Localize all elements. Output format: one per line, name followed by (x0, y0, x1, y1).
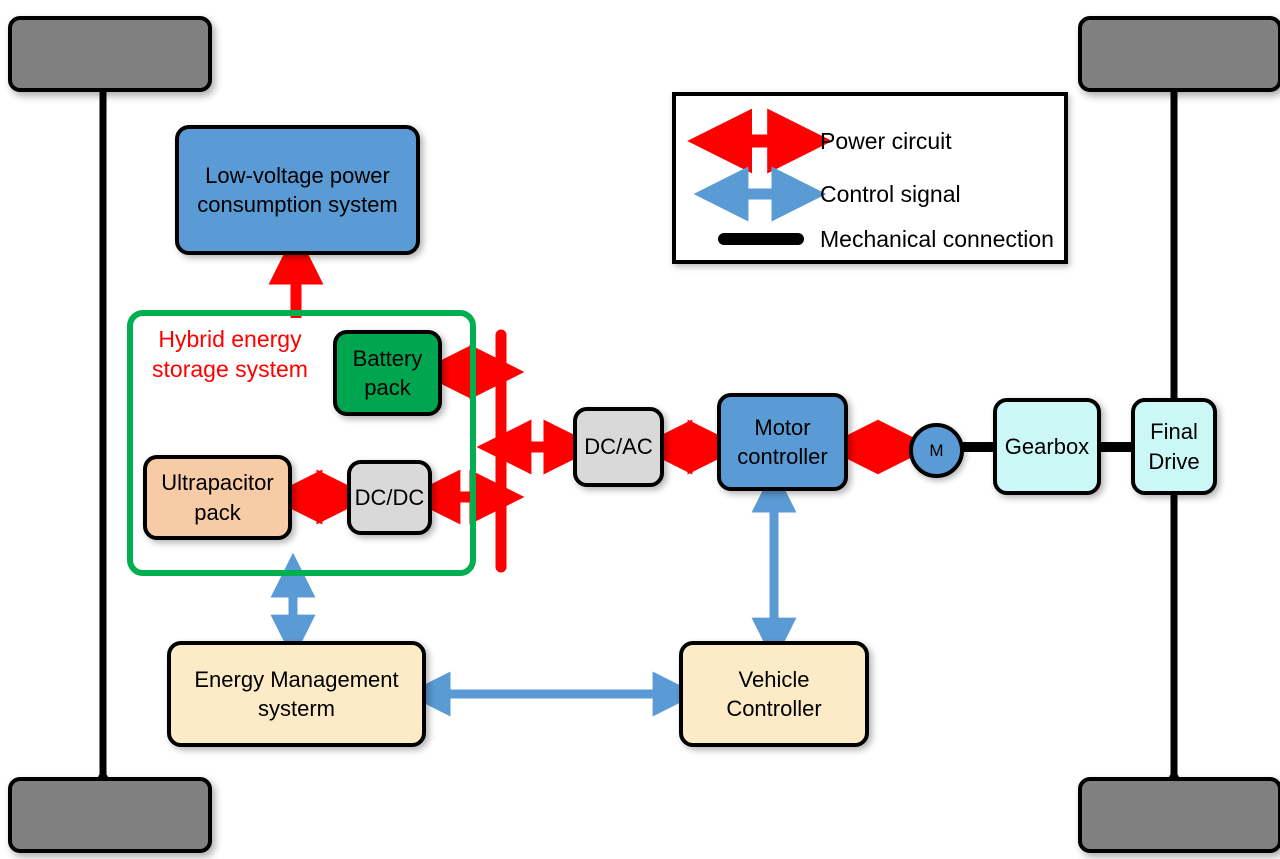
ultracapacitor-pack-label: Ultrapacitor pack (161, 470, 274, 525)
hess-label-line-1: Hybrid energy (158, 326, 302, 352)
wheel-rear-left (8, 777, 212, 853)
vehicle-controller-block[interactable]: Vehicle Controller (679, 641, 869, 747)
ultracapacitor-pack-block[interactable]: Ultrapacitor pack (143, 455, 292, 540)
dcac-label: DC/AC (584, 434, 653, 460)
legend-item-power-circuit: Power circuit (820, 125, 952, 157)
legend-label-power-circuit: Power circuit (820, 127, 952, 154)
gearbox-label: Gearbox (1004, 433, 1090, 459)
hybrid-energy-storage-system-label: Hybrid energy storage system (146, 325, 314, 385)
dcdc-converter-block[interactable]: DC/DC (347, 460, 432, 535)
motor-controller-label: Motor controller (737, 414, 828, 469)
battery-pack-label: Battery pack (352, 345, 423, 400)
low-voltage-power-consumption-system-block[interactable]: Low-voltage power consumption system (175, 125, 420, 255)
final-drive-block[interactable]: Final Drive (1131, 398, 1217, 495)
wheel-rear-right (1078, 777, 1280, 853)
legend-item-control-signal: Control signal (820, 178, 961, 210)
battery-pack-block[interactable]: Battery pack (333, 330, 442, 416)
legend-label-mechanical-connection: Mechanical connection (820, 225, 1054, 252)
legend-item-mechanical-connection: Mechanical connection (820, 223, 1054, 255)
dcac-inverter-block[interactable]: DC/AC (573, 407, 664, 487)
final-drive-label: Final Drive (1148, 419, 1200, 474)
motor-controller-block[interactable]: Motor controller (717, 393, 848, 491)
gearbox-block[interactable]: Gearbox (993, 398, 1101, 495)
legend: Power circuit Control signal Mechanical … (672, 92, 1068, 264)
low-voltage-label: Low-voltage power consumption system (197, 162, 398, 217)
wheel-front-left (8, 16, 212, 92)
electric-motor-block[interactable]: M (909, 423, 964, 478)
dcdc-label: DC/DC (354, 484, 425, 510)
powertrain-diagram: Hybrid energy storage system Low-voltage… (0, 0, 1280, 859)
energy-management-system-block[interactable]: Energy Management systerm (167, 641, 426, 747)
hess-label-line-2: storage system (152, 355, 308, 382)
legend-label-control-signal: Control signal (820, 180, 961, 207)
motor-label: M (929, 440, 944, 460)
wheel-front-right (1078, 16, 1280, 92)
energy-management-system-label: Energy Management systerm (194, 666, 399, 721)
vehicle-controller-label: Vehicle Controller (726, 666, 822, 721)
